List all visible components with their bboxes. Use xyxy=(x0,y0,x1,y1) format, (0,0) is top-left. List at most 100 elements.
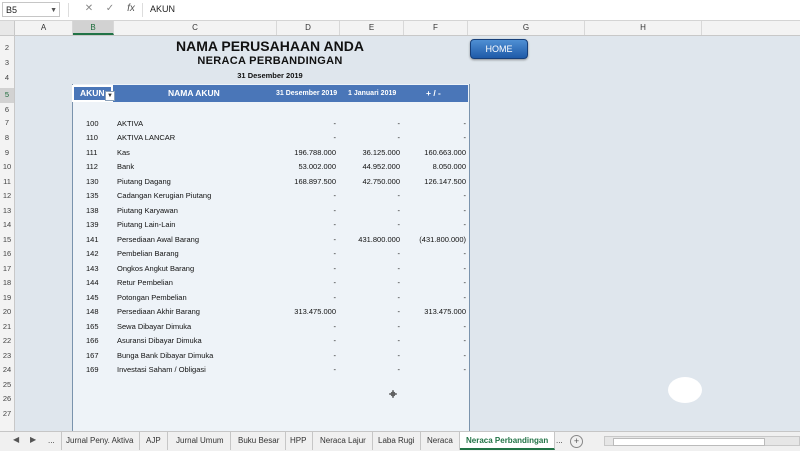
account-code: 166 xyxy=(86,336,99,345)
table-row: 144 Retur Pembelian - - - xyxy=(72,276,468,291)
scrollbar-thumb[interactable] xyxy=(613,438,765,446)
row-header[interactable]: 25 xyxy=(0,378,14,393)
sheet-tab-jurnal-peny-aktiva[interactable]: Jurnal Peny. Aktiva xyxy=(60,432,141,450)
table-row: 167 Bunga Bank Dibayar Dimuka - - - xyxy=(72,349,468,364)
row-header[interactable]: 15 xyxy=(0,233,14,248)
value-difference: - xyxy=(463,249,467,258)
sheet-tab-neraca[interactable]: Neraca xyxy=(421,432,460,450)
column-header-h[interactable]: H xyxy=(585,21,702,35)
scroll-left-icon[interactable]: ◀ xyxy=(13,435,19,444)
row-header[interactable]: 20 xyxy=(0,305,14,320)
sheet-tab-jurnal-umum[interactable]: Jurnal Umum xyxy=(170,432,231,450)
column-header-c[interactable]: C xyxy=(114,21,277,35)
value-jan-2019: - xyxy=(397,350,401,360)
formula-input[interactable]: AKUN xyxy=(150,4,175,14)
akun-header-label: AKUN xyxy=(80,88,105,98)
sheet-tab-bar: ◀ ▶ ... Jurnal Peny. Aktiva AJP Jurnal U… xyxy=(0,431,800,451)
row-header[interactable]: 18 xyxy=(0,276,14,291)
value-dec-2019: - xyxy=(333,336,337,345)
account-name: Asuransi Dibayar Dimuka xyxy=(117,336,202,345)
akun-header-cell[interactable]: AKUN ▼ xyxy=(72,85,115,102)
account-code: 145 xyxy=(86,292,99,302)
table-row: 165 Sewa Dibayar Dimuka - - - xyxy=(72,320,468,335)
value-difference: - xyxy=(463,365,467,374)
account-name: Potongan Pembelian xyxy=(117,292,187,302)
row-header[interactable]: 26 xyxy=(0,392,14,407)
value-dec-2019: - xyxy=(333,191,337,200)
row-header[interactable]: 3 xyxy=(0,56,14,71)
sheet-tab-ajp[interactable]: AJP xyxy=(140,432,168,450)
account-name: Bunga Bank Dibayar Dimuka xyxy=(117,350,214,360)
home-button[interactable]: HOME xyxy=(470,39,528,59)
account-name: Bank xyxy=(117,162,135,171)
row-header[interactable]: 23 xyxy=(0,349,14,364)
sheet-tab-neraca-perbandingan[interactable]: Neraca Perbandingan xyxy=(460,432,556,450)
account-name: Cadangan Kerugian Piutang xyxy=(117,191,212,200)
account-code: 135 xyxy=(86,191,99,200)
row-header[interactable]: 21 xyxy=(0,320,14,335)
sheet-tab-neraca-lajur[interactable]: Neraca Lajur xyxy=(314,432,373,450)
value-jan-2019: - xyxy=(397,321,401,331)
col-e-header: 1 Januari 2019 xyxy=(348,90,397,97)
row-header[interactable]: 9 xyxy=(0,146,14,161)
row-header[interactable]: 7 xyxy=(0,116,14,131)
account-name: Retur Pembelian xyxy=(117,278,173,287)
account-name: Persediaan Akhir Barang xyxy=(117,307,200,316)
value-difference: - xyxy=(463,191,467,200)
row-header[interactable]: 2 xyxy=(0,41,14,56)
row-header[interactable]: 24 xyxy=(0,363,14,378)
account-name: Ongkos Angkut Barang xyxy=(117,263,195,273)
sheet-tab-more-right[interactable]: ... xyxy=(550,432,569,450)
table-row: 111 Kas 196.788.000 36.125.000 160.663.000 xyxy=(72,146,468,161)
floating-shape[interactable] xyxy=(668,377,702,403)
column-header-d[interactable]: D xyxy=(277,21,340,35)
select-all-button[interactable] xyxy=(0,21,15,35)
row-header[interactable]: 10 xyxy=(0,160,14,175)
row-header[interactable]: 12 xyxy=(0,189,14,204)
table-row: 135 Cadangan Kerugian Piutang - - - xyxy=(72,189,468,204)
sheet-tab-more-left[interactable]: ... xyxy=(42,432,62,450)
column-header-f[interactable]: F xyxy=(404,21,468,35)
row-header[interactable]: 14 xyxy=(0,218,14,233)
row-header[interactable]: 16 xyxy=(0,247,14,262)
row-header[interactable]: 11 xyxy=(0,175,14,190)
account-code: 100 xyxy=(86,118,99,128)
filter-dropdown-icon[interactable]: ▼ xyxy=(105,91,115,101)
name-box[interactable]: B5 ▼ xyxy=(2,2,60,17)
sheet-tab-laba-rugi[interactable]: Laba Rugi xyxy=(372,432,422,450)
value-dec-2019: 53.002.000 xyxy=(298,162,336,171)
column-headers: A B C D E F G H xyxy=(0,21,800,36)
horizontal-scrollbar[interactable] xyxy=(604,436,800,446)
scroll-right-icon[interactable]: ▶ xyxy=(30,435,36,444)
move-cursor-icon xyxy=(389,390,397,398)
insert-function-button[interactable]: fx xyxy=(124,3,138,14)
row-header[interactable]: 17 xyxy=(0,262,14,277)
sheet-tab-hpp[interactable]: HPP xyxy=(284,432,314,450)
row-header[interactable]: 27 xyxy=(0,407,14,422)
cancel-icon[interactable]: ✕ xyxy=(82,3,96,14)
value-difference: - xyxy=(463,292,467,302)
row-header[interactable]: 13 xyxy=(0,204,14,219)
column-header-b[interactable]: B xyxy=(73,21,114,35)
value-jan-2019: - xyxy=(397,205,401,215)
row-header[interactable]: 8 xyxy=(0,131,14,146)
column-header-e[interactable]: E xyxy=(340,21,404,35)
value-dec-2019: - xyxy=(333,321,337,331)
row-header[interactable]: 22 xyxy=(0,334,14,349)
sheet-tab-buku-besar[interactable]: Buku Besar xyxy=(232,432,287,450)
value-difference: 126.147.500 xyxy=(424,176,466,186)
value-dec-2019: - xyxy=(333,350,337,360)
add-sheet-icon[interactable]: + xyxy=(570,435,583,448)
chevron-down-icon[interactable]: ▼ xyxy=(50,3,57,18)
row-header[interactable]: 4 xyxy=(0,71,14,86)
row-header-selected[interactable]: 5 xyxy=(0,88,14,103)
row-header[interactable]: 19 xyxy=(0,291,14,306)
table-row: 139 Piutang Lain-Lain - - - xyxy=(72,218,468,233)
enter-icon[interactable]: ✓ xyxy=(103,3,117,14)
column-header-g[interactable]: G xyxy=(468,21,585,35)
value-dec-2019: - xyxy=(333,205,337,215)
value-jan-2019: - xyxy=(397,118,401,128)
value-difference: - xyxy=(463,263,467,273)
column-header-a[interactable]: A xyxy=(15,21,73,35)
value-dec-2019: 168.897.500 xyxy=(294,176,336,186)
